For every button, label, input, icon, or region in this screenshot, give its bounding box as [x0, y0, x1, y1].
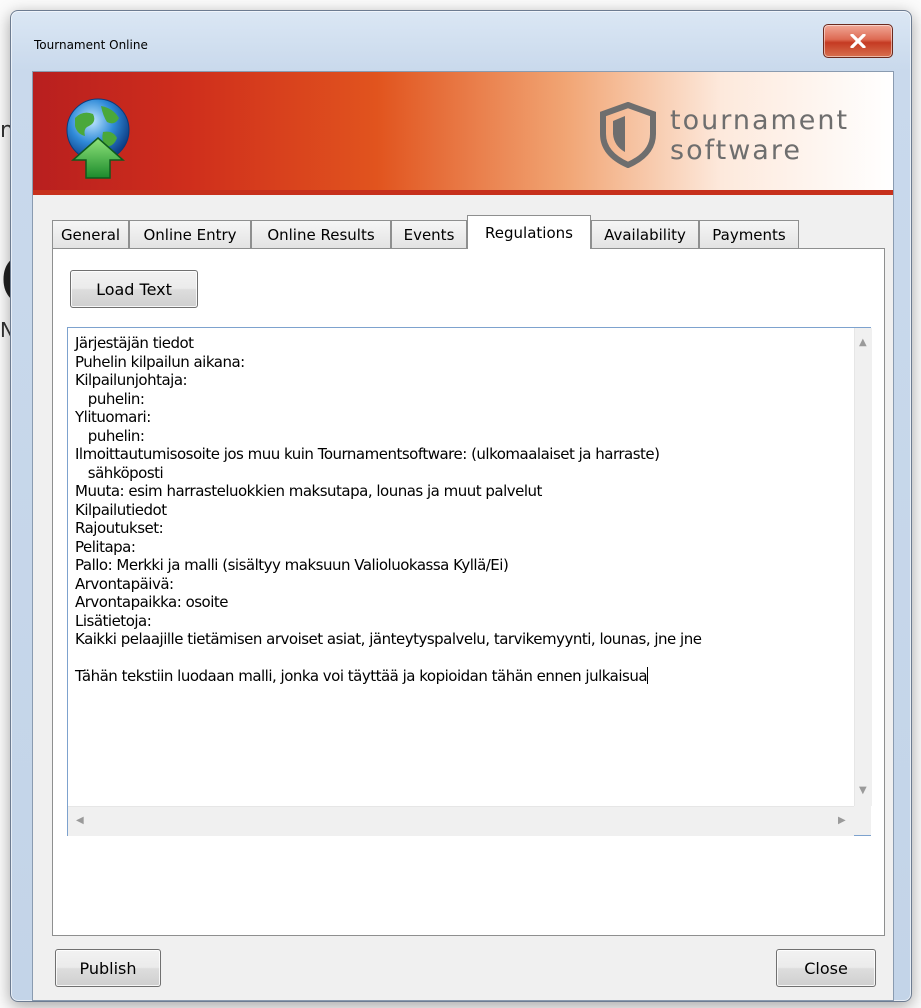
globe-upload-icon [66, 98, 130, 179]
text-line: Tähän tekstiin luodaan malli, jonka voi … [75, 667, 649, 685]
text-line: Pallo: Merkki ja malli (sisältyy maksuun… [75, 556, 509, 574]
text-line: Järjestäjän tiedot [75, 334, 194, 352]
tab-payments[interactable]: Payments [699, 220, 799, 248]
window-close-button[interactable] [823, 24, 893, 58]
tournament-online-dialog: Tournament Online tournament software Ge… [10, 10, 912, 1002]
text-line: Kilpailutiedot [75, 500, 167, 519]
scroll-up-arrow-icon[interactable]: ▲ [859, 338, 867, 348]
text-line: puhelin: [75, 426, 145, 445]
text-line: Rajoutukset: [75, 519, 164, 537]
scroll-right-arrow-icon[interactable]: ▶ [838, 816, 846, 826]
text-line: Ilmoittautumisosoite jos muu kuin Tourna… [75, 445, 660, 463]
text-line: Muuta: esim harrasteluokkien maksutapa, … [75, 482, 542, 500]
tab-online-entry[interactable]: Online Entry [129, 220, 251, 248]
vertical-scrollbar[interactable]: ▲ ▼ [854, 328, 872, 806]
header-banner: tournament software [33, 72, 893, 190]
text-line: Arvontapaikka: osoite [75, 593, 229, 611]
scrollbar-corner [854, 806, 871, 835]
regulations-text[interactable]: Järjestäjän tiedot Puhelin kilpailun aika… [75, 334, 855, 686]
scroll-left-arrow-icon[interactable]: ◀ [76, 816, 84, 826]
regulations-panel: Load Text Järjestäjän tiedot Puhelin kilp… [52, 248, 885, 936]
text-line [75, 649, 855, 668]
text-line: Lisätietoja: [75, 611, 152, 630]
scroll-down-arrow-icon[interactable]: ▼ [859, 786, 867, 796]
horizontal-scrollbar[interactable]: ◀ ▶ [68, 806, 854, 836]
publish-button[interactable]: Publish [55, 949, 161, 987]
text-caret [647, 667, 649, 684]
logo-text: tournament software [670, 106, 849, 166]
window-title: Tournament Online [34, 38, 148, 52]
text-line: Arvontapäivä: [75, 574, 174, 593]
close-icon [850, 34, 866, 48]
text-line: puhelin: [75, 389, 145, 408]
tab-general[interactable]: General [52, 220, 129, 248]
text-line: sähköposti [75, 463, 164, 482]
text-line: Pelitapa: [75, 537, 136, 556]
logo-line-1: tournament [670, 105, 850, 136]
tournament-software-logo: tournament software [598, 102, 878, 176]
text-line: Puhelin kilpailun aikana: [75, 352, 245, 371]
text-line: Kaikki pelaajille tietämisen arvoiset as… [75, 630, 702, 648]
text-line: Kilpailunjohtaja: [75, 371, 188, 389]
dialog-client-area: tournament software General Online Entry… [32, 71, 894, 1001]
text-line: Ylituomari: [75, 408, 151, 426]
title-bar[interactable]: Tournament Online [11, 11, 911, 71]
tab-events[interactable]: Events [391, 220, 467, 248]
load-text-button[interactable]: Load Text [70, 270, 198, 308]
banner-divider [33, 190, 893, 195]
regulations-text-area[interactable]: Järjestäjän tiedot Puhelin kilpailun aika… [67, 327, 872, 836]
tab-regulations[interactable]: Regulations [467, 215, 591, 249]
tab-availability[interactable]: Availability [591, 220, 699, 248]
logo-line-2: software [670, 135, 802, 166]
tab-online-results[interactable]: Online Results [251, 220, 391, 248]
close-button[interactable]: Close [776, 949, 876, 987]
shield-logo-icon [600, 102, 656, 168]
